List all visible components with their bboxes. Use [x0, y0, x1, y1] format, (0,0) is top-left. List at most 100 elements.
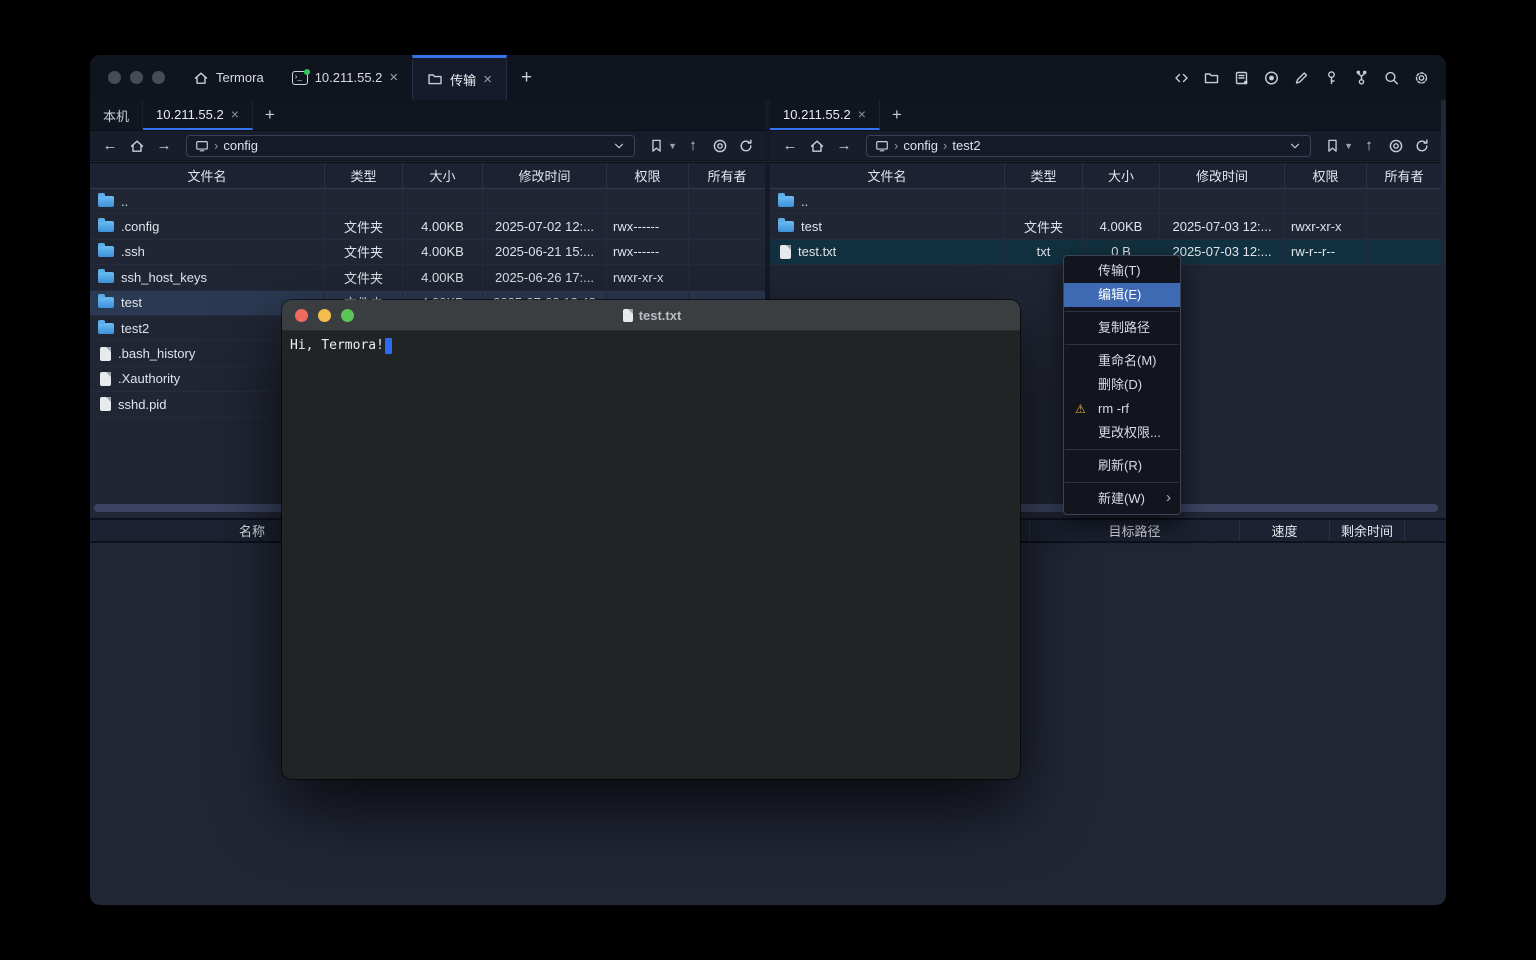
file-row[interactable]: .. — [770, 189, 1441, 214]
menu-separator — [1065, 482, 1179, 483]
menu-separator — [1065, 449, 1179, 450]
minimize-window-button[interactable] — [130, 71, 143, 84]
column-header-modified[interactable]: 修改时间 — [483, 163, 607, 188]
home-icon[interactable] — [126, 135, 148, 157]
document-icon — [623, 309, 633, 322]
column-header-owner[interactable]: 所有者 — [689, 163, 765, 188]
back-icon[interactable]: ← — [778, 137, 802, 154]
left-panel-tabs: 本机 10.211.55.2 × + — [90, 100, 765, 131]
menu-item-change-permissions[interactable]: 更改权限... — [1064, 421, 1180, 445]
bookmark-dropdown-caret[interactable]: ▼ — [1344, 141, 1353, 151]
log-icon[interactable] — [1233, 70, 1250, 86]
folder-icon — [98, 297, 114, 308]
titlebar-tab-transfer[interactable]: 传输 × — [412, 55, 507, 100]
file-row[interactable]: test 文件夹 4.00KB 2025-07-03 12:... rwxr-x… — [770, 214, 1441, 239]
menu-item-rename[interactable]: 重命名(M) — [1064, 349, 1180, 373]
editor-content[interactable]: Hi, Termora! — [282, 331, 1020, 361]
menu-item-refresh[interactable]: 刷新(R) — [1064, 454, 1180, 478]
file-icon — [780, 245, 791, 259]
column-header-permissions[interactable]: 权限 — [607, 163, 689, 188]
column-header-size[interactable]: 大小 — [1083, 163, 1160, 188]
menu-item-new[interactable]: 新建(W) › — [1064, 487, 1180, 511]
tab-label: Termora — [216, 70, 264, 85]
path-breadcrumb[interactable]: › config › test2 — [866, 135, 1311, 157]
upload-icon[interactable]: ↑ — [1357, 137, 1381, 154]
breadcrumb-segment[interactable]: test2 — [952, 138, 980, 153]
path-breadcrumb[interactable]: › config — [186, 135, 635, 157]
panel-tab-label: 本机 — [103, 106, 129, 125]
refresh-icon[interactable] — [735, 135, 757, 157]
search-icon[interactable] — [1383, 70, 1400, 86]
show-hidden-files-icon[interactable] — [709, 135, 731, 157]
file-row[interactable]: ssh_host_keys 文件夹 4.00KB 2025-06-26 17:.… — [90, 265, 765, 290]
chevron-down-icon[interactable] — [612, 139, 626, 153]
column-header-owner[interactable]: 所有者 — [1367, 163, 1441, 188]
column-header-modified[interactable]: 修改时间 — [1160, 163, 1285, 188]
show-hidden-files-icon[interactable] — [1385, 135, 1407, 157]
close-tab-icon[interactable]: × — [858, 106, 866, 122]
panel-new-tab-button[interactable]: + — [880, 100, 914, 130]
file-row[interactable]: .. — [90, 189, 765, 214]
panel-tab-ssh-host[interactable]: 10.211.55.2 × — [143, 100, 253, 130]
bookmark-icon[interactable] — [645, 135, 667, 157]
column-header-type[interactable]: 类型 — [325, 163, 403, 188]
code-icon[interactable] — [1173, 70, 1190, 86]
panel-tab-local[interactable]: 本机 — [90, 100, 143, 130]
panel-tab-ssh-host[interactable]: 10.211.55.2 × — [770, 100, 880, 130]
close-window-button[interactable] — [108, 71, 121, 84]
breadcrumb-segment[interactable]: config — [223, 138, 258, 153]
panel-new-tab-button[interactable]: + — [253, 100, 287, 130]
chevron-down-icon[interactable] — [1288, 139, 1302, 153]
file-row[interactable]: .ssh 文件夹 4.00KB 2025-06-21 15:... rwx---… — [90, 240, 765, 265]
refresh-icon[interactable] — [1411, 135, 1433, 157]
file-name: test2 — [121, 321, 149, 336]
editor-title: test.txt — [282, 308, 1020, 323]
folder-icon[interactable] — [1203, 70, 1220, 86]
settings-gear-icon[interactable] — [1413, 70, 1430, 86]
forward-icon[interactable]: → — [152, 137, 176, 154]
key-icon[interactable] — [1323, 70, 1340, 86]
close-tab-icon[interactable]: × — [231, 106, 239, 122]
editor-title-text: test.txt — [639, 308, 682, 323]
right-panel-tabs: 10.211.55.2 × + — [770, 100, 1441, 131]
menu-item-copy-path[interactable]: 复制路径 — [1064, 316, 1180, 340]
column-header-filename[interactable]: 文件名 — [770, 163, 1005, 188]
breadcrumb-segment[interactable]: config — [903, 138, 938, 153]
menu-item-edit[interactable]: 编辑(E) — [1064, 283, 1180, 307]
pencil-icon[interactable] — [1293, 70, 1310, 86]
file-icon — [100, 372, 111, 386]
keychain-icon[interactable] — [1353, 70, 1370, 86]
editor-titlebar: test.txt — [282, 300, 1020, 331]
right-table-header: 文件名 类型 大小 修改时间 权限 所有者 — [770, 162, 1441, 189]
transfer-column-extra — [1405, 520, 1446, 541]
bookmark-icon[interactable] — [1321, 135, 1343, 157]
record-icon[interactable] — [1263, 70, 1280, 86]
menu-item-delete[interactable]: 删除(D) — [1064, 373, 1180, 397]
back-icon[interactable]: ← — [98, 137, 122, 154]
file-name: ssh_host_keys — [121, 270, 207, 285]
file-name: .bash_history — [118, 346, 195, 361]
file-name: test — [121, 295, 142, 310]
close-tab-icon[interactable]: × — [389, 70, 398, 85]
file-name: test — [801, 219, 822, 234]
close-tab-icon[interactable]: × — [483, 72, 492, 87]
column-header-size[interactable]: 大小 — [403, 163, 483, 188]
new-tab-button[interactable]: + — [507, 67, 546, 89]
titlebar-tab-termora[interactable]: Termora — [179, 55, 278, 100]
column-header-permissions[interactable]: 权限 — [1285, 163, 1367, 188]
menu-separator — [1065, 311, 1179, 312]
bookmark-dropdown-caret[interactable]: ▼ — [668, 141, 677, 151]
menu-item-transfer[interactable]: 传输(T) — [1064, 259, 1180, 283]
breadcrumb-separator: › — [214, 138, 218, 153]
upload-icon[interactable]: ↑ — [681, 137, 705, 154]
computer-icon — [875, 139, 889, 153]
file-row[interactable]: .config 文件夹 4.00KB 2025-07-02 12:... rwx… — [90, 214, 765, 239]
column-header-type[interactable]: 类型 — [1005, 163, 1083, 188]
folder-icon — [98, 272, 114, 283]
column-header-filename[interactable]: 文件名 — [90, 163, 325, 188]
titlebar-tab-ssh-host[interactable]: ›_ 10.211.55.2 × — [278, 55, 412, 100]
forward-icon[interactable]: → — [832, 137, 856, 154]
home-icon[interactable] — [806, 135, 828, 157]
menu-item-rm-rf[interactable]: ⚠ rm -rf — [1064, 397, 1180, 421]
zoom-window-button[interactable] — [152, 71, 165, 84]
